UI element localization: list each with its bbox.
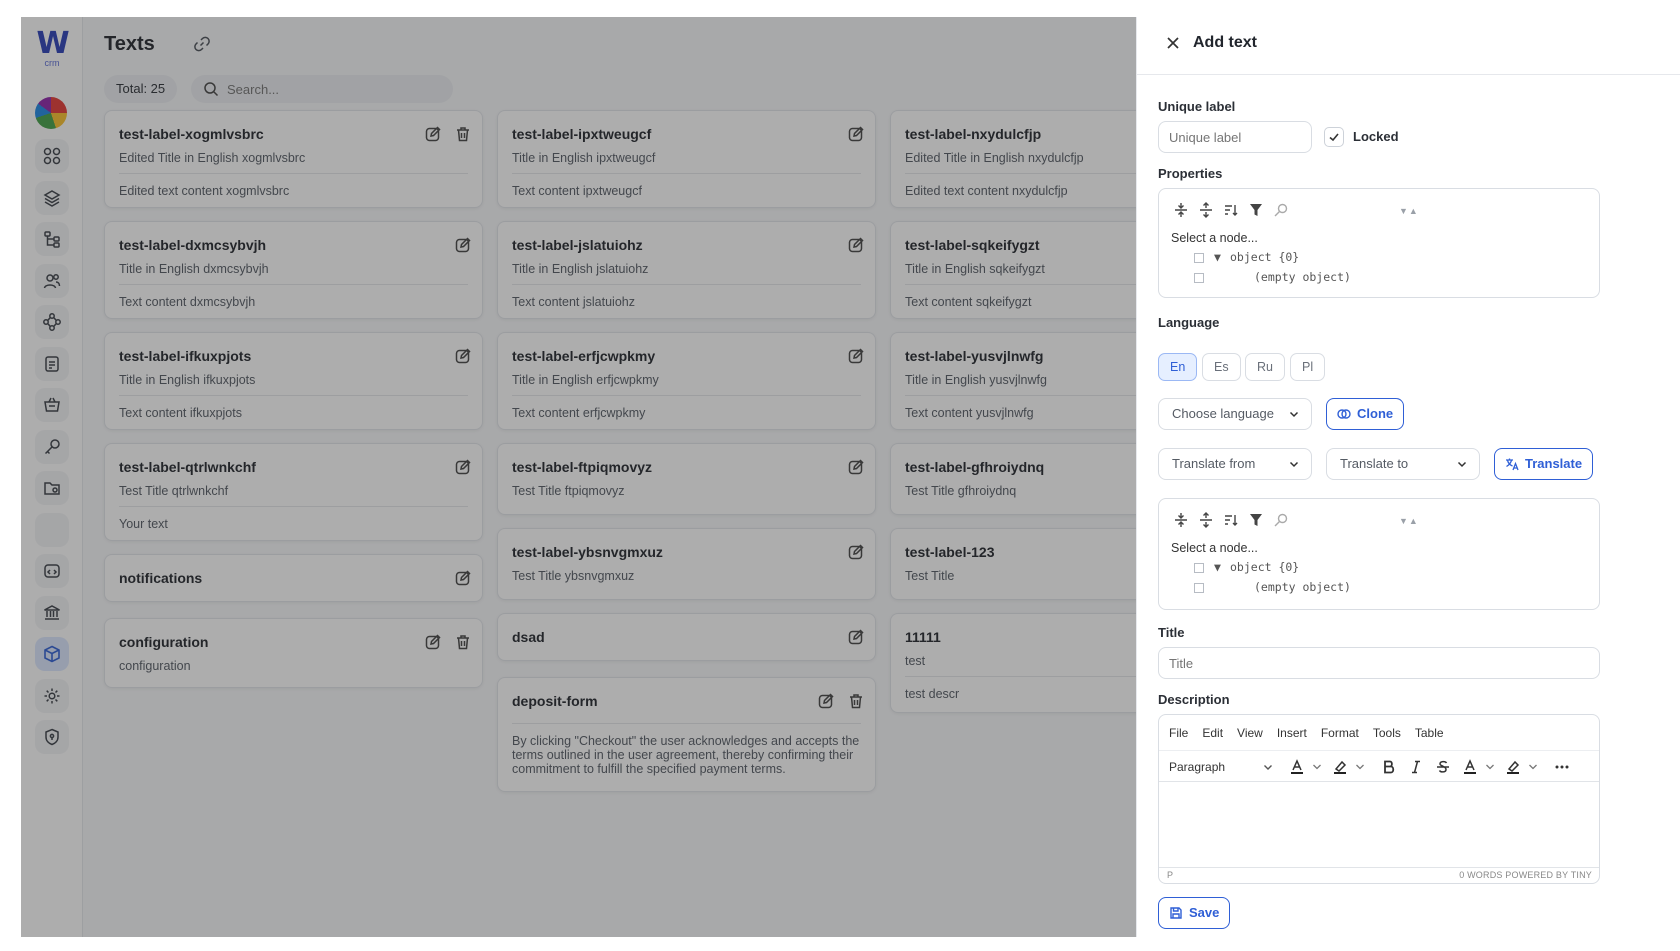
empty-object-node: (empty object) (1254, 580, 1351, 594)
modal-backdrop[interactable] (21, 17, 1157, 937)
close-icon[interactable] (1165, 35, 1181, 51)
language-tab-pl[interactable]: Pl (1290, 353, 1326, 381)
node-checkbox[interactable] (1194, 563, 1204, 573)
translate-label: Translate (1525, 456, 1583, 471)
chevron-down-icon[interactable] (1525, 759, 1537, 775)
description-rich-editor: File Edit View Insert Format Tools Table… (1158, 714, 1600, 884)
menu-edit[interactable]: Edit (1202, 726, 1223, 740)
unique-label-label: Unique label (1158, 99, 1236, 114)
root-node[interactable]: object {0} (1230, 250, 1299, 264)
unique-label-input[interactable] (1158, 121, 1312, 153)
expand-all-icon[interactable] (1173, 512, 1189, 528)
title-label: Title (1158, 625, 1185, 640)
node-checkbox[interactable] (1194, 273, 1204, 283)
translate-icon (1506, 458, 1519, 471)
sort-icon[interactable] (1223, 512, 1239, 528)
expand-toggle-icon[interactable]: ▼ (1214, 250, 1221, 264)
properties-label: Properties (1158, 166, 1223, 181)
clone-label: Clone (1357, 406, 1394, 421)
highlight-icon[interactable] (1332, 759, 1348, 775)
add-text-drawer: Add text Unique label Locked Properties … (1136, 17, 1680, 937)
locked-label: Locked (1353, 129, 1399, 144)
chevron-down-icon[interactable] (1309, 759, 1321, 775)
properties-json-editor: ▼▲ Select a node... ▼ object {0} (empty … (1158, 188, 1600, 298)
empty-object-node: (empty object) (1254, 270, 1351, 284)
search-icon[interactable] (1273, 202, 1289, 218)
translate-to-value: Translate to (1340, 456, 1409, 471)
chevron-down-icon (1289, 461, 1299, 468)
text-color-icon[interactable] (1289, 759, 1305, 775)
menu-tools[interactable]: Tools (1373, 726, 1401, 740)
node-checkbox[interactable] (1194, 583, 1204, 593)
choose-language-select[interactable]: Choose language (1158, 398, 1312, 430)
menu-file[interactable]: File (1169, 726, 1188, 740)
status-divider (1159, 867, 1599, 868)
bold-icon[interactable] (1381, 759, 1397, 775)
translate-to-select[interactable]: Translate to (1326, 448, 1480, 480)
node-checkbox[interactable] (1194, 253, 1204, 263)
clone-button[interactable]: Clone (1326, 398, 1405, 430)
select-node-hint: Select a node... (1171, 541, 1258, 555)
italic-icon[interactable] (1408, 759, 1424, 775)
menu-table[interactable]: Table (1415, 726, 1444, 740)
chevron-down-icon (1457, 461, 1467, 468)
save-icon (1170, 907, 1182, 919)
menu-format[interactable]: Format (1321, 726, 1359, 740)
choose-language-value: Choose language (1172, 406, 1274, 421)
save-label: Save (1189, 905, 1220, 920)
save-button[interactable]: Save (1158, 897, 1231, 929)
expand-toggle-icon[interactable]: ▼ (1214, 560, 1221, 574)
chevron-down-icon (1264, 765, 1272, 770)
language-label: Language (1158, 315, 1220, 330)
filter-icon[interactable] (1248, 202, 1264, 218)
language-tab-ru[interactable]: Ru (1245, 353, 1285, 381)
translate-button[interactable]: Translate (1494, 448, 1594, 480)
sort-arrows-icon[interactable]: ▼▲ (1399, 206, 1419, 216)
chevron-down-icon[interactable] (1352, 759, 1364, 775)
drawer-title: Add text (1193, 34, 1257, 51)
menu-insert[interactable]: Insert (1277, 726, 1307, 740)
root-node[interactable]: object {0} (1230, 560, 1299, 574)
sort-icon[interactable] (1223, 202, 1239, 218)
language-tab-es[interactable]: Es (1202, 353, 1241, 381)
element-path: P (1167, 870, 1174, 880)
text-color-icon[interactable] (1462, 759, 1478, 775)
filter-icon[interactable] (1248, 512, 1264, 528)
language-tab-en[interactable]: En (1158, 353, 1198, 381)
check-icon (1329, 133, 1339, 142)
clone-icon (1337, 409, 1351, 419)
more-icon[interactable] (1554, 759, 1570, 775)
sort-arrows-icon[interactable]: ▼▲ (1399, 516, 1419, 526)
app-frame: W crm Texts Total: 25 Search... test-lab… (21, 17, 1680, 937)
title-input[interactable] (1158, 647, 1600, 679)
description-editor-body[interactable] (1159, 783, 1599, 867)
word-count-status: 0 WORDS POWERED BY TINY (1459, 870, 1592, 880)
collapse-all-icon[interactable] (1198, 202, 1214, 218)
select-node-hint: Select a node... (1171, 231, 1258, 245)
collapse-all-icon[interactable] (1198, 512, 1214, 528)
translate-from-value: Translate from (1172, 456, 1256, 471)
strikethrough-icon[interactable] (1435, 759, 1451, 775)
highlight-icon[interactable] (1505, 759, 1521, 775)
menu-view[interactable]: View (1237, 726, 1263, 740)
expand-all-icon[interactable] (1173, 202, 1189, 218)
chevron-down-icon[interactable] (1482, 759, 1494, 775)
description-label: Description (1158, 692, 1230, 707)
search-icon[interactable] (1273, 512, 1289, 528)
translate-from-select[interactable]: Translate from (1158, 448, 1312, 480)
chevron-down-icon (1289, 411, 1299, 418)
editor-toolbar: Paragraph (1159, 750, 1599, 782)
locked-checkbox[interactable] (1324, 127, 1344, 147)
values-json-editor: ▼▲ Select a node... ▼ object {0} (empty … (1158, 498, 1600, 610)
block-format-select[interactable]: Paragraph (1169, 760, 1225, 774)
drawer-header: Add text (1137, 17, 1680, 75)
